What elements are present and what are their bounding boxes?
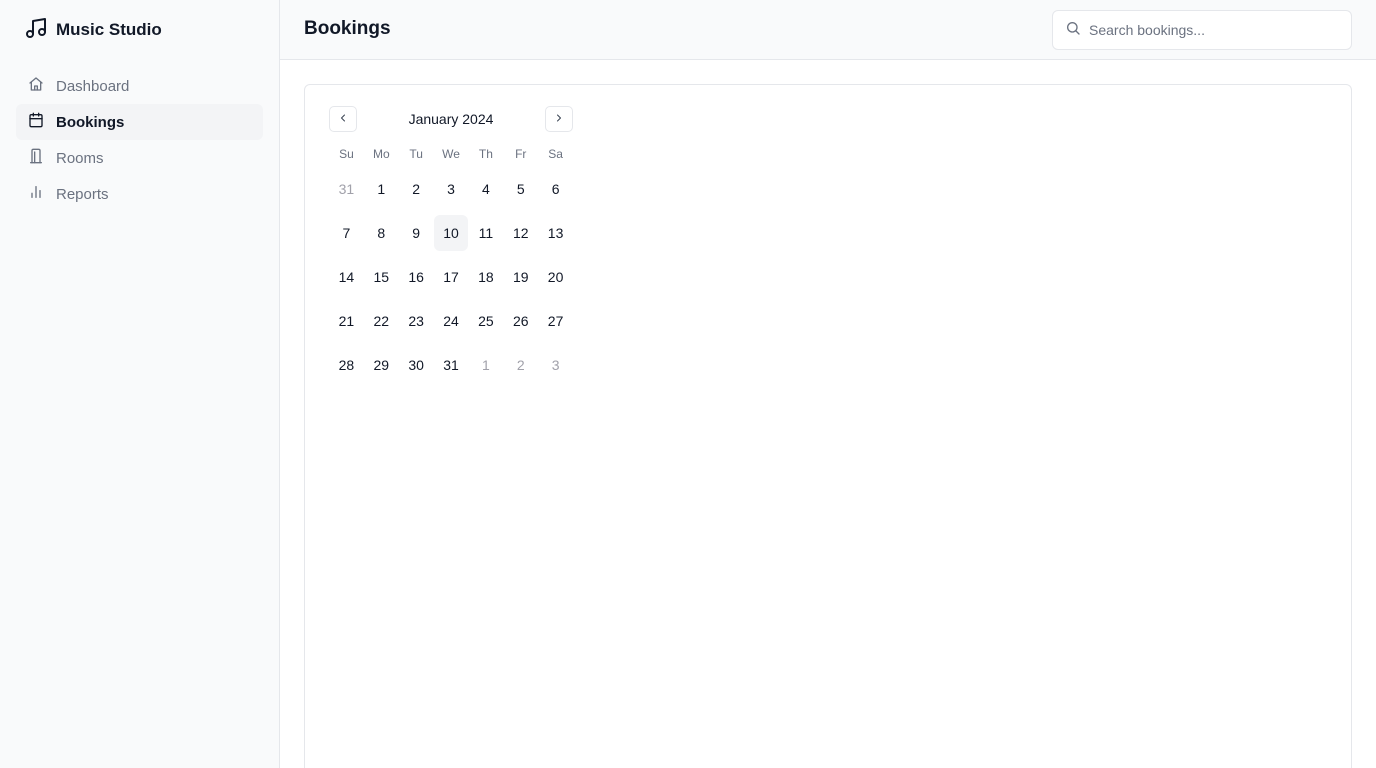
- calendar-month-label: January 2024: [408, 111, 494, 127]
- page-title: Bookings: [304, 18, 391, 39]
- calendar-day[interactable]: 1: [364, 171, 399, 207]
- calendar-day[interactable]: 15: [364, 259, 399, 295]
- calendar-day-today[interactable]: 10: [433, 215, 469, 251]
- calendar-day[interactable]: 12: [503, 215, 538, 251]
- sidebar-item-reports[interactable]: Reports: [16, 176, 263, 212]
- calendar-week: 31 1 2 3 4 5 6: [329, 171, 573, 207]
- sidebar-item-dashboard[interactable]: Dashboard: [16, 68, 263, 104]
- building-icon: [28, 148, 56, 168]
- sidebar: Music Studio Dashboard Bookings Rooms Re…: [0, 0, 280, 768]
- weekday-label: Th: [478, 147, 493, 161]
- sidebar-item-rooms[interactable]: Rooms: [16, 140, 263, 176]
- calendar-day[interactable]: 5: [503, 171, 538, 207]
- calendar-day[interactable]: 23: [399, 303, 434, 339]
- calendar-day-outside[interactable]: 2: [503, 347, 538, 383]
- calendar: January 2024 Su Mo Tu We Th Fr Sa 31 1 2…: [329, 105, 573, 383]
- calendar-day[interactable]: 3: [434, 171, 469, 207]
- calendar-header: January 2024: [329, 105, 573, 133]
- sidebar-item-bookings[interactable]: Bookings: [16, 104, 263, 140]
- calendar-day[interactable]: 8: [364, 215, 399, 251]
- calendar-day[interactable]: 11: [468, 215, 503, 251]
- calendar-day[interactable]: 25: [468, 303, 503, 339]
- calendar-icon: [28, 112, 56, 132]
- calendar-day[interactable]: 28: [329, 347, 364, 383]
- calendar-week: 7 8 9 10 11 12 13: [329, 215, 573, 251]
- calendar-day[interactable]: 27: [538, 303, 573, 339]
- search-icon: [1065, 20, 1089, 41]
- calendar-day-outside[interactable]: 1: [468, 347, 503, 383]
- app-title: Music Studio: [56, 20, 162, 39]
- calendar-grid: 31 1 2 3 4 5 6 7 8 9 10 11 12 13 14 15 1…: [329, 171, 573, 383]
- calendar-day[interactable]: 21: [329, 303, 364, 339]
- calendar-week: 14 15 16 17 18 19 20: [329, 259, 573, 295]
- sidebar-item-label: Reports: [56, 185, 109, 203]
- home-icon: [28, 76, 56, 96]
- calendar-day[interactable]: 9: [399, 215, 434, 251]
- calendar-week: 21 22 23 24 25 26 27: [329, 303, 573, 339]
- calendar-day[interactable]: 30: [399, 347, 434, 383]
- calendar-day[interactable]: 13: [538, 215, 573, 251]
- page-header: Bookings: [280, 0, 1376, 60]
- calendar-day-outside[interactable]: 31: [329, 171, 364, 207]
- next-month-button[interactable]: [545, 106, 573, 132]
- calendar-day-outside[interactable]: 3: [538, 347, 573, 383]
- calendar-day[interactable]: 14: [329, 259, 364, 295]
- calendar-day[interactable]: 29: [364, 347, 399, 383]
- calendar-day[interactable]: 26: [503, 303, 538, 339]
- weekday-label: Su: [339, 147, 354, 161]
- weekday-label: Sa: [548, 147, 563, 161]
- calendar-day[interactable]: 31: [434, 347, 469, 383]
- calendar-day[interactable]: 22: [364, 303, 399, 339]
- weekday-label: Mo: [372, 147, 390, 161]
- sidebar-item-label: Bookings: [56, 113, 125, 131]
- music-note-icon: [24, 16, 56, 45]
- chevron-right-icon: [553, 112, 565, 127]
- search-input[interactable]: [1089, 22, 1329, 38]
- calendar-day[interactable]: 6: [538, 171, 573, 207]
- sidebar-item-label: Rooms: [56, 149, 104, 167]
- calendar-day[interactable]: 18: [468, 259, 503, 295]
- calendar-day[interactable]: 24: [434, 303, 469, 339]
- sidebar-item-label: Dashboard: [56, 77, 130, 95]
- calendar-day[interactable]: 20: [538, 259, 573, 295]
- calendar-day[interactable]: 4: [468, 171, 503, 207]
- calendar-day[interactable]: 7: [329, 215, 364, 251]
- bookings-card: January 2024 Su Mo Tu We Th Fr Sa 31 1 2…: [304, 84, 1352, 768]
- calendar-day[interactable]: 17: [434, 259, 469, 295]
- bar-chart-icon: [28, 184, 56, 204]
- sidebar-nav: Dashboard Bookings Rooms Reports: [16, 68, 263, 212]
- weekday-label: Fr: [515, 147, 527, 161]
- calendar-day[interactable]: 19: [503, 259, 538, 295]
- calendar-day[interactable]: 2: [399, 171, 434, 207]
- calendar-day[interactable]: 16: [399, 259, 434, 295]
- search-box[interactable]: [1052, 10, 1352, 50]
- brand[interactable]: Music Studio: [24, 16, 162, 45]
- calendar-weekdays: Su Mo Tu We Th Fr Sa: [329, 147, 573, 163]
- weekday-label: We: [442, 147, 460, 161]
- weekday-label: Tu: [409, 147, 423, 161]
- calendar-week: 28 29 30 31 1 2 3: [329, 347, 573, 383]
